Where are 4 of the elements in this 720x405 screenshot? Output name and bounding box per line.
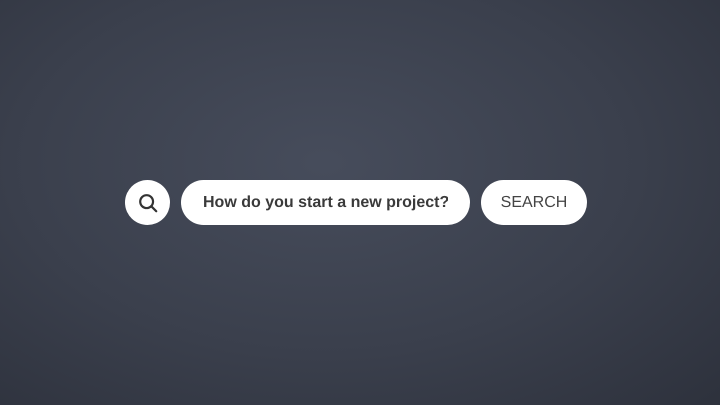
search-icon-button[interactable] bbox=[125, 180, 170, 225]
search-field[interactable]: How do you start a new project? bbox=[181, 180, 470, 225]
search-icon bbox=[136, 192, 158, 214]
search-button[interactable]: SEARCH bbox=[481, 180, 587, 225]
